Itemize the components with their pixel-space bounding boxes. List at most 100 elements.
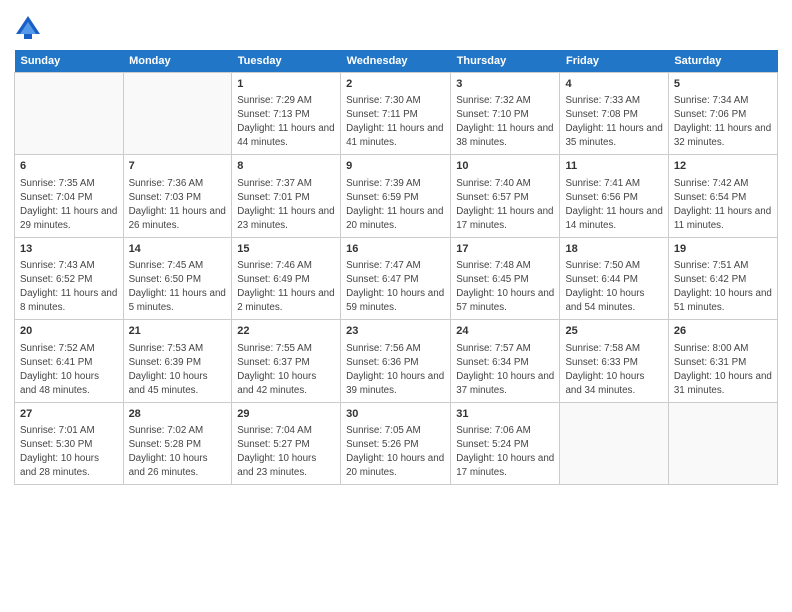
header-row: SundayMondayTuesdayWednesdayThursdayFrid… [15,50,778,73]
day-number: 23 [346,324,445,339]
day-number: 4 [565,77,662,92]
day-number: 14 [129,242,227,257]
logo-icon [14,14,42,42]
day-header-tuesday: Tuesday [232,50,341,73]
day-number: 27 [20,407,118,422]
day-number: 12 [674,159,772,174]
calendar-cell: 2 Sunrise: 7:30 AMSunset: 7:11 PMDaylight… [341,73,451,155]
week-row-5: 27 Sunrise: 7:01 AMSunset: 5:30 PMDayligh… [15,402,778,484]
calendar-cell: 29 Sunrise: 7:04 AMSunset: 5:27 PMDayligh… [232,402,341,484]
day-number: 31 [456,407,554,422]
day-info: Sunrise: 7:47 AMSunset: 6:47 PMDaylight:… [346,260,444,313]
day-info: Sunrise: 7:30 AMSunset: 7:11 PMDaylight:… [346,95,443,148]
day-number: 24 [456,324,554,339]
day-number: 15 [237,242,335,257]
calendar-cell [123,73,232,155]
calendar-cell: 3 Sunrise: 7:32 AMSunset: 7:10 PMDaylight… [451,73,560,155]
week-row-4: 20 Sunrise: 7:52 AMSunset: 6:41 PMDayligh… [15,320,778,402]
calendar-cell: 24 Sunrise: 7:57 AMSunset: 6:34 PMDayligh… [451,320,560,402]
day-info: Sunrise: 7:01 AMSunset: 5:30 PMDaylight:… [20,425,99,478]
day-info: Sunrise: 7:52 AMSunset: 6:41 PMDaylight:… [20,343,99,396]
day-number: 10 [456,159,554,174]
calendar-cell: 12Sunrise: 7:42 AMSunset: 6:54 PMDayligh… [668,155,777,237]
day-number: 7 [129,159,227,174]
day-number: 18 [565,242,662,257]
day-number: 11 [565,159,662,174]
calendar-cell: 17 Sunrise: 7:48 AMSunset: 6:45 PMDayligh… [451,237,560,319]
logo [14,14,46,42]
day-number: 2 [346,77,445,92]
day-header-saturday: Saturday [668,50,777,73]
day-info: Sunrise: 7:57 AMSunset: 6:34 PMDaylight:… [456,343,554,396]
day-info: Sunrise: 7:02 AMSunset: 5:28 PMDaylight:… [129,425,208,478]
day-info: Sunrise: 7:55 AMSunset: 6:37 PMDaylight:… [237,343,316,396]
week-row-2: 6Sunrise: 7:35 AMSunset: 7:04 PMDaylight… [15,155,778,237]
day-info: Sunrise: 7:33 AMSunset: 7:08 PMDaylight:… [565,95,662,148]
calendar-cell: 22Sunrise: 7:55 AMSunset: 6:37 PMDayligh… [232,320,341,402]
day-info: Sunrise: 7:56 AMSunset: 6:36 PMDaylight:… [346,343,444,396]
day-number: 1 [237,77,335,92]
day-number: 26 [674,324,772,339]
day-header-thursday: Thursday [451,50,560,73]
day-info: Sunrise: 7:37 AMSunset: 7:01 PMDaylight:… [237,178,334,231]
calendar-cell: 21Sunrise: 7:53 AMSunset: 6:39 PMDayligh… [123,320,232,402]
day-number: 19 [674,242,772,257]
calendar-cell: 23 Sunrise: 7:56 AMSunset: 6:36 PMDayligh… [341,320,451,402]
calendar-cell: 30 Sunrise: 7:05 AMSunset: 5:26 PMDayligh… [341,402,451,484]
calendar-page: SundayMondayTuesdayWednesdayThursdayFrid… [0,0,792,612]
calendar-cell: 28 Sunrise: 7:02 AMSunset: 5:28 PMDayligh… [123,402,232,484]
day-info: Sunrise: 7:48 AMSunset: 6:45 PMDaylight:… [456,260,554,313]
day-info: Sunrise: 7:36 AMSunset: 7:03 PMDaylight:… [129,178,226,231]
header [14,10,778,42]
day-info: Sunrise: 7:40 AMSunset: 6:57 PMDaylight:… [456,178,553,231]
day-info: Sunrise: 7:29 AMSunset: 7:13 PMDaylight:… [237,95,334,148]
day-number: 21 [129,324,227,339]
day-header-wednesday: Wednesday [341,50,451,73]
day-number: 5 [674,77,772,92]
calendar-cell: 7 Sunrise: 7:36 AMSunset: 7:03 PMDaylight… [123,155,232,237]
calendar-cell [668,402,777,484]
day-info: Sunrise: 7:58 AMSunset: 6:33 PMDaylight:… [565,343,644,396]
calendar-cell: 20 Sunrise: 7:52 AMSunset: 6:41 PMDayligh… [15,320,124,402]
day-info: Sunrise: 7:04 AMSunset: 5:27 PMDaylight:… [237,425,316,478]
calendar-cell [560,402,668,484]
day-header-monday: Monday [123,50,232,73]
calendar-cell: 18 Sunrise: 7:50 AMSunset: 6:44 PMDayligh… [560,237,668,319]
day-number: 30 [346,407,445,422]
week-row-3: 13Sunrise: 7:43 AMSunset: 6:52 PMDayligh… [15,237,778,319]
calendar-cell: 14 Sunrise: 7:45 AMSunset: 6:50 PMDayligh… [123,237,232,319]
calendar-cell [15,73,124,155]
day-number: 29 [237,407,335,422]
calendar-cell: 25Sunrise: 7:58 AMSunset: 6:33 PMDayligh… [560,320,668,402]
calendar-cell: 10 Sunrise: 7:40 AMSunset: 6:57 PMDayligh… [451,155,560,237]
day-number: 8 [237,159,335,174]
day-info: Sunrise: 7:06 AMSunset: 5:24 PMDaylight:… [456,425,554,478]
day-number: 20 [20,324,118,339]
day-header-friday: Friday [560,50,668,73]
day-info: Sunrise: 7:05 AMSunset: 5:26 PMDaylight:… [346,425,444,478]
day-number: 9 [346,159,445,174]
day-info: Sunrise: 7:45 AMSunset: 6:50 PMDaylight:… [129,260,226,313]
calendar-cell: 13Sunrise: 7:43 AMSunset: 6:52 PMDayligh… [15,237,124,319]
week-row-1: 1 Sunrise: 7:29 AMSunset: 7:13 PMDaylight… [15,73,778,155]
calendar-cell: 15Sunrise: 7:46 AMSunset: 6:49 PMDayligh… [232,237,341,319]
day-header-sunday: Sunday [15,50,124,73]
day-info: Sunrise: 7:51 AMSunset: 6:42 PMDaylight:… [674,260,772,313]
day-info: Sunrise: 7:32 AMSunset: 7:10 PMDaylight:… [456,95,553,148]
day-number: 17 [456,242,554,257]
day-number: 3 [456,77,554,92]
day-info: Sunrise: 8:00 AMSunset: 6:31 PMDaylight:… [674,343,772,396]
calendar-cell: 4 Sunrise: 7:33 AMSunset: 7:08 PMDaylight… [560,73,668,155]
calendar-table: SundayMondayTuesdayWednesdayThursdayFrid… [14,50,778,485]
day-info: Sunrise: 7:35 AMSunset: 7:04 PMDaylight:… [20,178,117,231]
calendar-cell: 26 Sunrise: 8:00 AMSunset: 6:31 PMDayligh… [668,320,777,402]
calendar-cell: 6Sunrise: 7:35 AMSunset: 7:04 PMDaylight… [15,155,124,237]
day-number: 28 [129,407,227,422]
calendar-cell: 9Sunrise: 7:39 AMSunset: 6:59 PMDaylight… [341,155,451,237]
calendar-cell: 11Sunrise: 7:41 AMSunset: 6:56 PMDayligh… [560,155,668,237]
day-info: Sunrise: 7:50 AMSunset: 6:44 PMDaylight:… [565,260,644,313]
calendar-cell: 5Sunrise: 7:34 AMSunset: 7:06 PMDaylight… [668,73,777,155]
calendar-cell: 31 Sunrise: 7:06 AMSunset: 5:24 PMDayligh… [451,402,560,484]
calendar-cell: 19 Sunrise: 7:51 AMSunset: 6:42 PMDayligh… [668,237,777,319]
calendar-cell: 8 Sunrise: 7:37 AMSunset: 7:01 PMDaylight… [232,155,341,237]
